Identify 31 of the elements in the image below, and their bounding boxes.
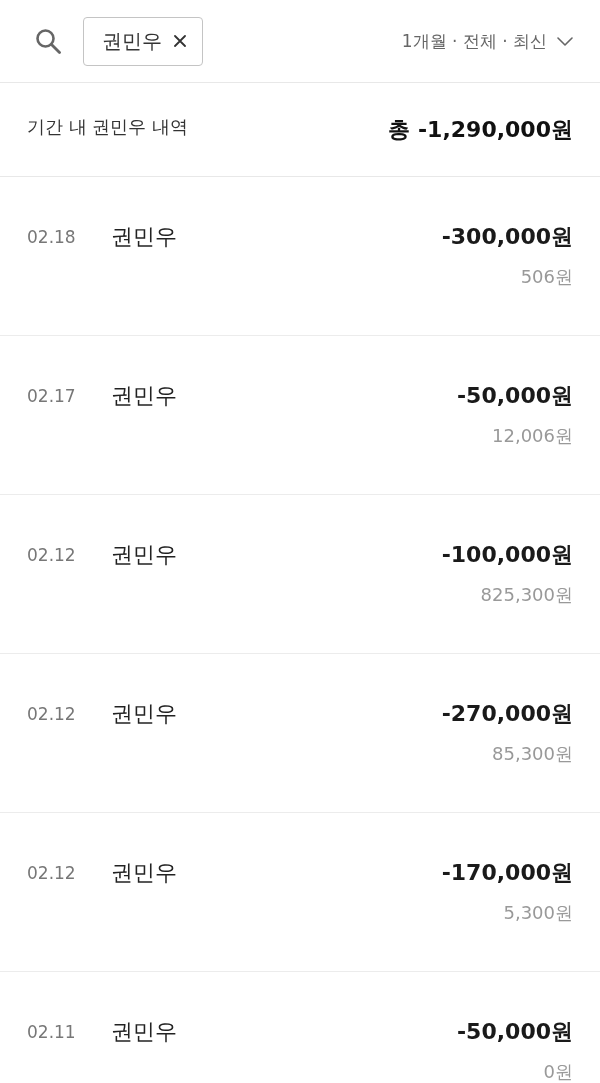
filter-button[interactable]: 1개월 · 전체 · 최신 <box>401 29 573 53</box>
amount-text: -170,000원 <box>441 859 573 887</box>
close-icon[interactable] <box>174 35 186 47</box>
date-text: 02.12 <box>27 704 77 724</box>
amount-text: -50,000원 <box>456 1018 573 1046</box>
chip-label: 권민우 <box>102 27 162 55</box>
balance-text: 85,300원 <box>492 742 573 766</box>
amount-text: -300,000원 <box>441 223 573 251</box>
payee-name: 권민우 <box>111 541 177 569</box>
payee-name: 권민우 <box>111 700 177 728</box>
search-icon[interactable] <box>35 28 61 54</box>
amount-text: -100,000원 <box>441 541 573 569</box>
date-text: 02.17 <box>27 386 77 406</box>
balance-text: 825,300원 <box>480 583 573 607</box>
amount-text: -50,000원 <box>456 382 573 410</box>
amount-text: -270,000원 <box>441 700 573 728</box>
balance-text: 506원 <box>520 265 573 289</box>
payee-name: 권민우 <box>111 223 177 251</box>
date-text: 02.12 <box>27 545 77 565</box>
total-amount: 총 -1,290,000원 <box>388 115 573 144</box>
summary-label: 기간 내 권민우 내역 <box>27 114 189 139</box>
payee-name: 권민우 <box>111 859 177 887</box>
date-text: 02.18 <box>27 227 77 247</box>
balance-text: 5,300원 <box>503 901 573 925</box>
date-text: 02.11 <box>27 1022 77 1042</box>
date-text: 02.12 <box>27 863 77 883</box>
payee-name: 권민우 <box>111 1018 177 1046</box>
chevron-down-icon <box>557 36 573 46</box>
balance-text: 0원 <box>543 1060 573 1083</box>
balance-text: 12,006원 <box>492 424 573 448</box>
payee-name: 권민우 <box>111 382 177 410</box>
